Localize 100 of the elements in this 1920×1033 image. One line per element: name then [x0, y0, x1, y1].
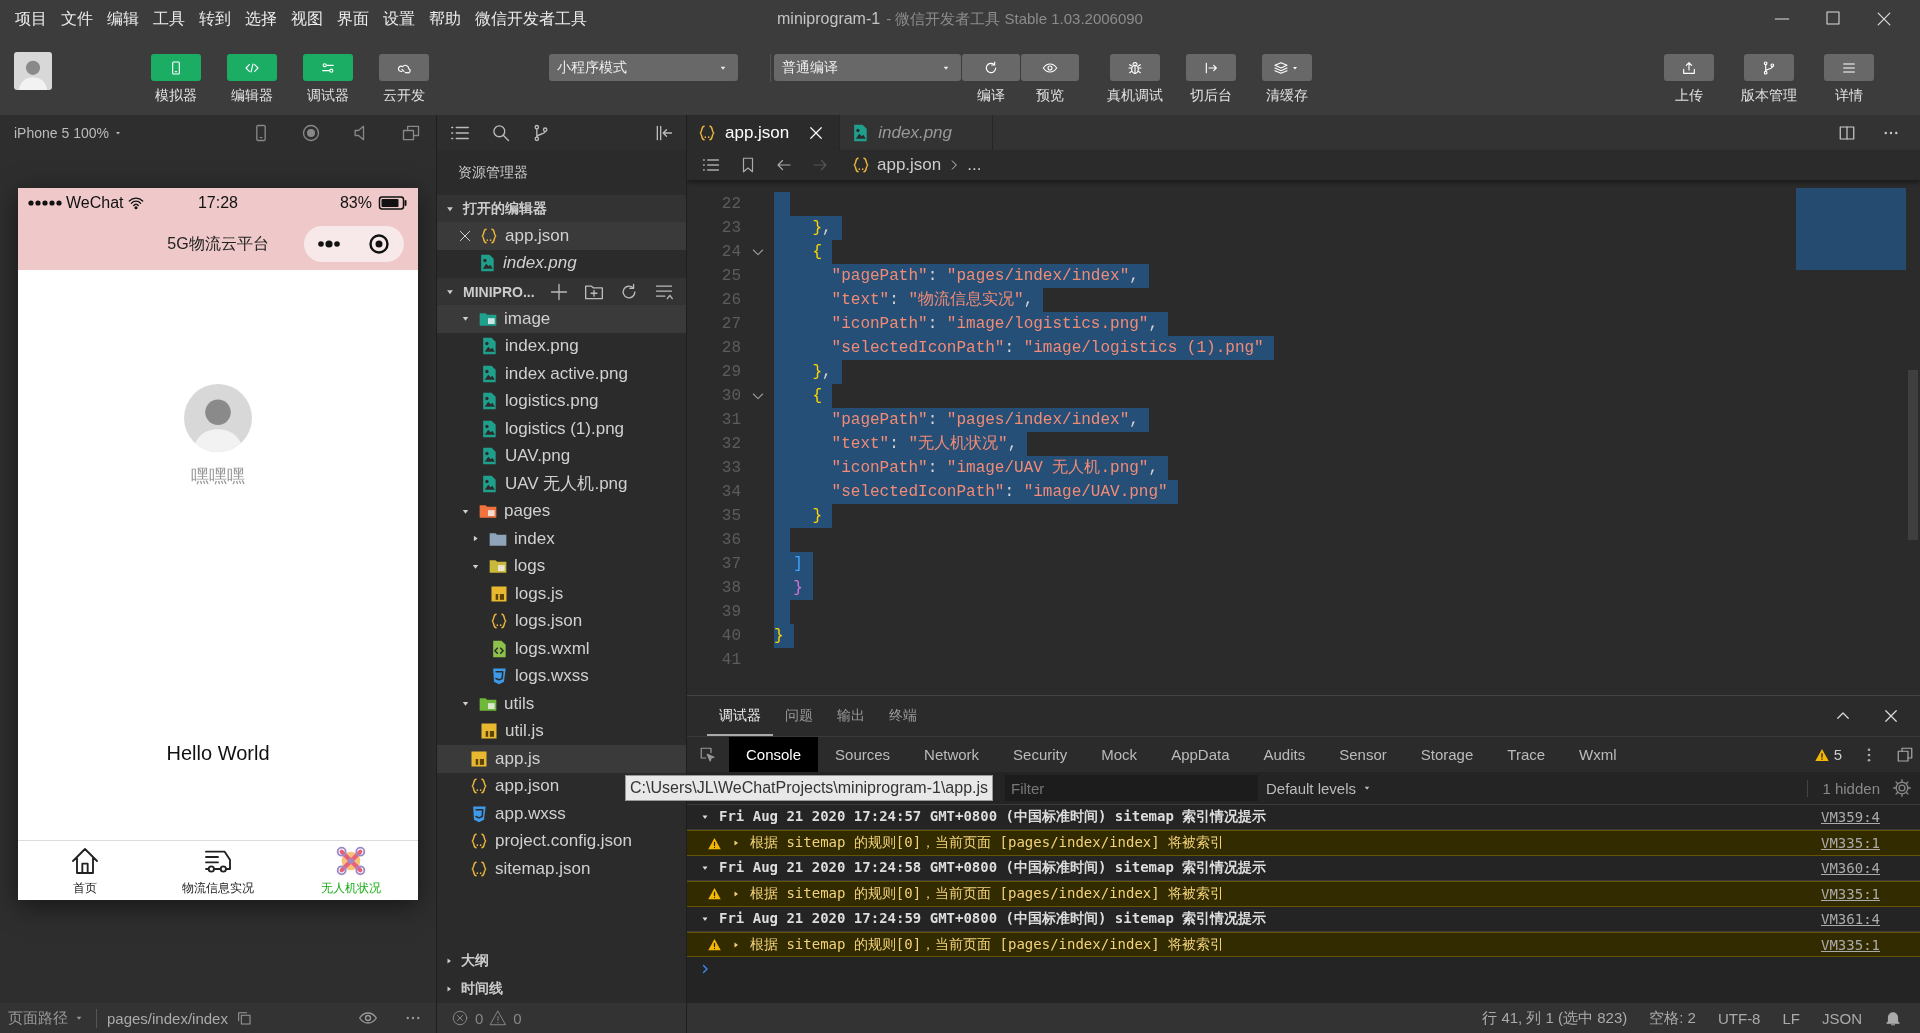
- panel-tab[interactable]: 终端: [877, 696, 929, 736]
- toggle-button[interactable]: [227, 54, 277, 81]
- capsule-button[interactable]: [304, 226, 404, 262]
- devtools-tab[interactable]: Storage: [1403, 737, 1491, 772]
- notification-icon[interactable]: [1884, 1009, 1902, 1027]
- menu-item[interactable]: 视图: [284, 8, 330, 30]
- folder-item[interactable]: index: [437, 525, 686, 553]
- status-item[interactable]: 空格: 2: [1649, 1008, 1696, 1028]
- menu-item[interactable]: 帮助: [422, 8, 468, 30]
- tool-button[interactable]: [961, 54, 1020, 81]
- file-item[interactable]: logistics (1).png: [437, 415, 686, 443]
- devtools-tab[interactable]: Console: [729, 737, 819, 772]
- warning-count[interactable]: 5: [1833, 746, 1842, 763]
- menu-item[interactable]: 编辑: [100, 8, 146, 30]
- file-item[interactable]: sitemap.json: [437, 855, 686, 883]
- warning-message[interactable]: 根据 sitemap 的规则[0]，当前页面 [pages/index/index] 将被索引 VM335:1: [687, 830, 1920, 856]
- devtools-tab[interactable]: AppData: [1154, 737, 1247, 772]
- inspect-icon[interactable]: [699, 745, 717, 764]
- menu-item[interactable]: 设置: [376, 8, 422, 30]
- panel-tab[interactable]: 调试器: [707, 696, 773, 736]
- source-link[interactable]: VM335:1: [1821, 835, 1880, 852]
- status-item[interactable]: JSON: [1822, 1009, 1862, 1027]
- file-item[interactable]: logs.js: [437, 580, 686, 608]
- copy-icon[interactable]: [235, 1010, 252, 1026]
- file-item[interactable]: UAV 无人机.png: [437, 470, 686, 498]
- levels-dropdown[interactable]: Default levels: [1266, 779, 1375, 797]
- file-item[interactable]: util.js: [437, 717, 686, 745]
- devtools-tab[interactable]: Wxml: [1562, 737, 1634, 772]
- devtools-tab[interactable]: Sensor: [1322, 737, 1404, 772]
- folder-item[interactable]: utils: [437, 690, 686, 718]
- dock-icon[interactable]: [1896, 745, 1914, 764]
- new-file-icon[interactable]: [549, 281, 569, 302]
- source-link[interactable]: VM335:1: [1821, 936, 1880, 953]
- file-item[interactable]: app.wxss: [437, 800, 686, 828]
- log-group-header[interactable]: Fri Aug 21 2020 17:24:59 GMT+0800 (中国标准时间) sitemap 索引情况提示 VM361:4: [687, 906, 1920, 932]
- menu-item[interactable]: 界面: [330, 8, 376, 30]
- panel-tab[interactable]: 问题: [773, 696, 825, 736]
- file-item[interactable]: logs.json: [437, 607, 686, 635]
- toggle-button[interactable]: [151, 54, 201, 81]
- file-item[interactable]: logistics.png: [437, 387, 686, 415]
- path-menu[interactable]: 页面路径: [8, 1008, 97, 1028]
- toggle-button[interactable]: [379, 54, 429, 81]
- warning-message[interactable]: 根据 sitemap 的规则[0]，当前页面 [pages/index/index] 将被索引 VM335:1: [687, 881, 1920, 907]
- source-link[interactable]: VM335:1: [1821, 885, 1880, 902]
- status-item[interactable]: LF: [1782, 1009, 1800, 1027]
- warning-message[interactable]: 根据 sitemap 的规则[0]，当前页面 [pages/index/index] 将被索引 VM335:1: [687, 931, 1920, 958]
- error-icon[interactable]: [451, 1009, 469, 1027]
- menu-item[interactable]: 转到: [192, 8, 238, 30]
- breadcrumb-item[interactable]: app.json: [877, 155, 942, 175]
- settings-icon[interactable]: [1892, 778, 1912, 798]
- source-link[interactable]: VM360:4: [1821, 859, 1880, 876]
- source-link[interactable]: VM359:4: [1821, 809, 1880, 826]
- status-item[interactable]: UTF-8: [1717, 1009, 1761, 1027]
- menu-item[interactable]: 工具: [146, 8, 192, 30]
- avatar[interactable]: [14, 52, 52, 90]
- mode-dropdown[interactable]: 小程序模式: [549, 54, 738, 81]
- file-item[interactable]: logs.wxml: [437, 635, 686, 663]
- section-header[interactable]: MINIPRO...: [437, 278, 686, 305]
- split-editor-icon[interactable]: [1838, 123, 1856, 142]
- file-item[interactable]: index.png: [437, 332, 686, 360]
- source-link[interactable]: VM361:4: [1821, 910, 1880, 927]
- tool-button[interactable]: [1664, 54, 1714, 81]
- breadcrumb-item[interactable]: ...: [967, 155, 982, 175]
- status-item[interactable]: 行 41, 列 1 (选中 823): [1482, 1008, 1628, 1028]
- tab-bar-item[interactable]: 物流信息实况: [151, 841, 285, 900]
- tool-button[interactable]: [1020, 54, 1079, 81]
- menu-item[interactable]: 微信开发者工具: [468, 8, 594, 30]
- open-editor-item[interactable]: index.png: [437, 249, 686, 277]
- toggle-button[interactable]: [303, 54, 353, 81]
- search-icon[interactable]: [491, 122, 511, 143]
- folder-item[interactable]: pages: [437, 497, 686, 525]
- menu-item[interactable]: 项目: [8, 8, 54, 30]
- tab-bar-item[interactable]: 首页: [18, 841, 152, 900]
- devtools-tab[interactable]: Sources: [818, 737, 908, 772]
- editor-tab[interactable]: app.json: [687, 115, 841, 150]
- file-item[interactable]: logs.wxss: [437, 662, 686, 690]
- menu-item[interactable]: 选择: [238, 8, 284, 30]
- compile-dropdown[interactable]: 普通编译: [774, 54, 961, 81]
- devtools-tab[interactable]: Network: [907, 737, 997, 772]
- record-icon[interactable]: [301, 122, 321, 143]
- tool-button[interactable]: [1186, 54, 1236, 81]
- tool-button[interactable]: [1110, 54, 1160, 81]
- section-header[interactable]: 打开的编辑器: [437, 195, 686, 222]
- filter-field[interactable]: Filter: [1005, 775, 1258, 801]
- open-editor-item[interactable]: app.json: [437, 222, 686, 250]
- file-item[interactable]: index active.png: [437, 360, 686, 388]
- devtools-tab[interactable]: Trace: [1490, 737, 1563, 772]
- tool-button[interactable]: [1824, 54, 1874, 81]
- file-item[interactable]: project.config.json: [437, 827, 686, 855]
- file-item[interactable]: UAV.png: [437, 442, 686, 470]
- maximize-icon[interactable]: [1824, 9, 1842, 27]
- devtools-tab[interactable]: Mock: [1084, 737, 1155, 772]
- menu-item[interactable]: 文件: [54, 8, 100, 30]
- tool-button[interactable]: [1262, 54, 1312, 81]
- folder-item[interactable]: logs: [437, 552, 686, 580]
- file-item[interactable]: app.js: [437, 745, 686, 773]
- panel-tab[interactable]: 输出: [825, 696, 877, 736]
- tool-button[interactable]: [1744, 54, 1794, 81]
- devtools-tab[interactable]: Audits: [1246, 737, 1323, 772]
- folder-item[interactable]: image: [437, 305, 686, 333]
